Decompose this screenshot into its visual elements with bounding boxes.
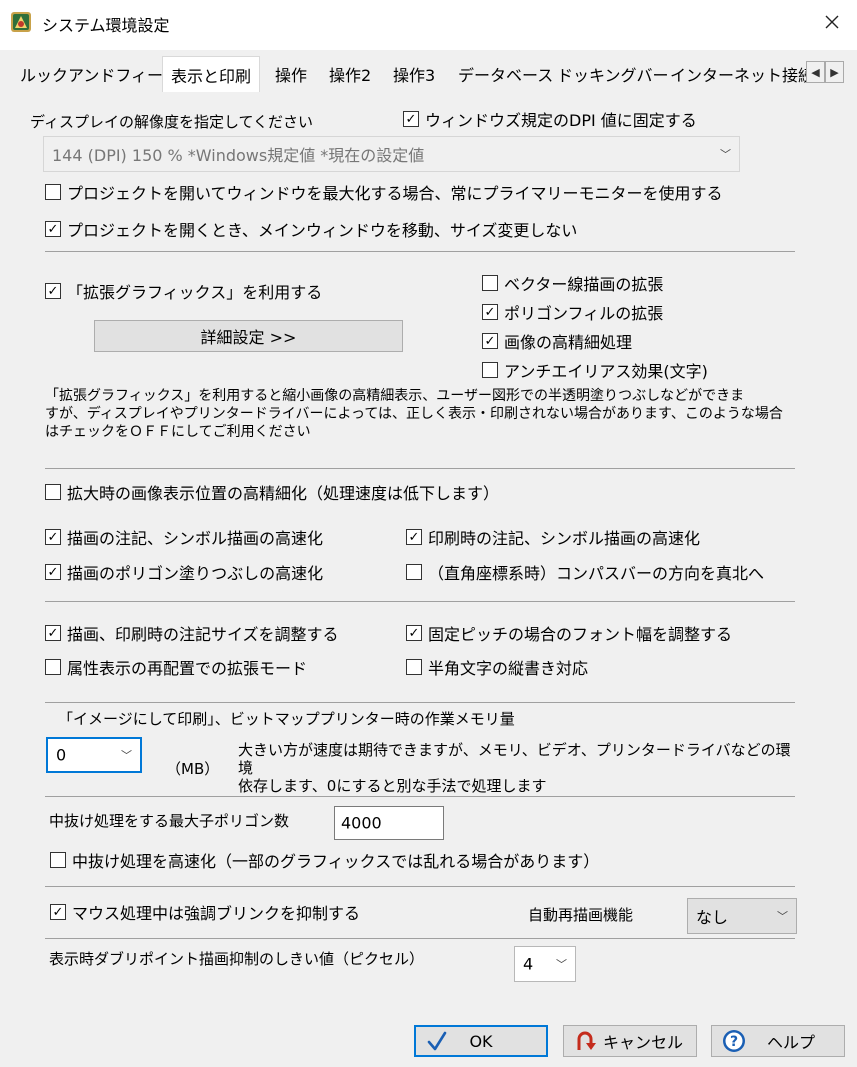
checkmark-icon: ✓	[47, 564, 59, 580]
tab-look-and-feel[interactable]: ルックアンドフィール	[20, 62, 179, 86]
attribute-extended-checkbox[interactable]: 属性表示の再配置での拡張モード	[45, 655, 307, 679]
dpi-label: ディスプレイの解像度を指定してください	[30, 113, 314, 131]
button-bar: OK キャンセル ? ヘルプ	[0, 1017, 857, 1067]
polygon-fill-checkbox[interactable]: ✓ ポリゴンフィルの拡張	[482, 300, 663, 324]
primary-monitor-checkbox[interactable]: プロジェクトを開いてウィンドウを最大化する場合、常にプライマリーモニターを使用す…	[45, 180, 723, 204]
tab-display-print[interactable]: 表示と印刷	[162, 56, 261, 92]
checkmark-icon: ✓	[408, 625, 420, 641]
extended-graphics-checkbox[interactable]: ✓ 「拡張グラフィックス」を利用する	[45, 279, 322, 303]
tab-operation[interactable]: 操作	[275, 62, 307, 86]
max-child-polygon-input[interactable]: 4000	[334, 806, 444, 840]
separator	[45, 702, 795, 703]
vector-line-checkbox[interactable]: ベクター線描画の拡張	[482, 271, 663, 295]
tab-database[interactable]: データベース	[458, 62, 553, 86]
hollow-fast-checkbox[interactable]: 中抜け処理を高速化（一部のグラフィックスでは乱れる場合があります）	[50, 848, 599, 872]
tab-operation3[interactable]: 操作3	[393, 62, 435, 86]
checkmark-icon: ✓	[484, 304, 496, 320]
checkmark-icon: ✓	[52, 904, 64, 920]
cancel-button[interactable]: キャンセル	[563, 1025, 697, 1057]
separator	[45, 601, 795, 602]
separator	[45, 251, 795, 252]
checkmark-icon: ✓	[405, 111, 417, 127]
polygon-fast-fill-checkbox[interactable]: ✓ 描画のポリゴン塗りつぶしの高速化	[45, 560, 323, 584]
close-icon	[825, 15, 839, 29]
tab-internet[interactable]: インターネット接続	[670, 62, 814, 86]
threshold-label: 表示時ダブリポイント描画抑制のしきい値（ピクセル）	[49, 950, 425, 968]
memory-select[interactable]: 0 ﹀	[46, 737, 142, 773]
tab-scroll-left[interactable]: ◀	[806, 61, 825, 83]
checkmark-icon: ✓	[484, 333, 496, 349]
memory-label: 「イメージにして印刷」、ビットマッププリンター時の作業メモリ量	[58, 710, 515, 728]
chevron-right-icon: ▶	[830, 65, 839, 79]
chevron-left-icon: ◀	[811, 65, 820, 79]
compass-north-checkbox[interactable]: （直角座標系時）コンパスバーの方向を真北へ	[406, 560, 764, 584]
chevron-down-icon: ﹀	[121, 749, 132, 762]
separator	[45, 938, 795, 939]
print-annotation-fast-checkbox[interactable]: ✓ 印刷時の注記、シンボル描画の高速化	[406, 525, 700, 549]
dpi-fix-checkbox[interactable]: ✓ ウィンドウズ規定のDPI 値に固定する	[403, 107, 697, 131]
window-title: システム環境設定	[42, 16, 170, 35]
graphics-note: 「拡張グラフィックス」を利用すると縮小画像の高精細表示、ユーザー図形での半透明塗…	[45, 388, 783, 440]
separator	[45, 796, 795, 797]
display-print-panel: ディスプレイの解像度を指定してください ✓ ウィンドウズ規定のDPI 値に固定す…	[0, 92, 857, 1017]
mouse-blink-checkbox[interactable]: ✓ マウス処理中は強調ブリンクを抑制する	[50, 900, 360, 924]
app-icon	[11, 12, 31, 32]
memory-unit: （MB）	[166, 760, 220, 778]
image-hires-checkbox[interactable]: ✓ 画像の高精細処理	[482, 329, 632, 353]
tab-docking-bar[interactable]: ドッキングバー	[557, 62, 669, 86]
separator	[45, 886, 795, 887]
auto-redraw-label: 自動再描画機能	[528, 906, 634, 924]
close-button[interactable]	[807, 0, 857, 44]
tab-scroll-right[interactable]: ▶	[825, 61, 844, 83]
tab-strip: ルックアンドフィール 表示と印刷 操作 操作2 操作3 データベース ドッキング…	[0, 50, 857, 92]
chevron-down-icon: ﹀	[777, 910, 788, 923]
font-width-checkbox[interactable]: ✓ 固定ピッチの場合のフォント幅を調整する	[406, 621, 732, 645]
help-button[interactable]: ? ヘルプ	[711, 1025, 845, 1057]
threshold-select[interactable]: 4 ﹀	[514, 946, 576, 982]
no-move-window-checkbox[interactable]: ✓ プロジェクトを開くとき、メインウィンドウを移動、サイズ変更しない	[45, 217, 577, 241]
checkmark-icon: ✓	[47, 221, 59, 237]
chevron-down-icon: ﹀	[556, 958, 567, 971]
annotation-fast-draw-checkbox[interactable]: ✓ 描画の注記、シンボル描画の高速化	[45, 525, 323, 549]
dpi-select: 144 (DPI) 150 % *Windows規定値 *現在の設定値 ﹀	[43, 136, 740, 172]
svg-text:?: ?	[730, 1034, 738, 1050]
chevron-down-icon: ﹀	[720, 148, 731, 161]
checkmark-icon: ✓	[47, 625, 59, 641]
tab-operation2[interactable]: 操作2	[329, 62, 371, 86]
title-bar: システム環境設定	[0, 0, 857, 44]
annotation-size-checkbox[interactable]: ✓ 描画、印刷時の注記サイズを調整する	[45, 621, 339, 645]
max-child-polygon-label: 中抜け処理をする最大子ポリゴン数	[49, 812, 290, 830]
detail-settings-button[interactable]: 詳細設定 >>	[94, 320, 403, 352]
separator	[45, 468, 795, 469]
vertical-halfwidth-checkbox[interactable]: 半角文字の縦書き対応	[406, 655, 588, 679]
auto-redraw-select[interactable]: なし ﹀	[687, 898, 797, 934]
dpi-fix-box[interactable]: ✓	[403, 111, 419, 127]
antialias-checkbox[interactable]: アンチエイリアス効果(文字)	[482, 358, 708, 382]
checkmark-icon: ✓	[408, 529, 420, 545]
checkmark-icon: ✓	[47, 283, 59, 299]
checkmark-icon: ✓	[47, 529, 59, 545]
memory-note: 大きい方が速度は期待できますが、メモリ、ビデオ、プリンタードライバなどの環境 依…	[238, 741, 791, 795]
hires-position-checkbox[interactable]: 拡大時の画像表示位置の高精細化（処理速度は低下します）	[45, 480, 499, 504]
ok-button[interactable]: OK	[414, 1025, 548, 1057]
